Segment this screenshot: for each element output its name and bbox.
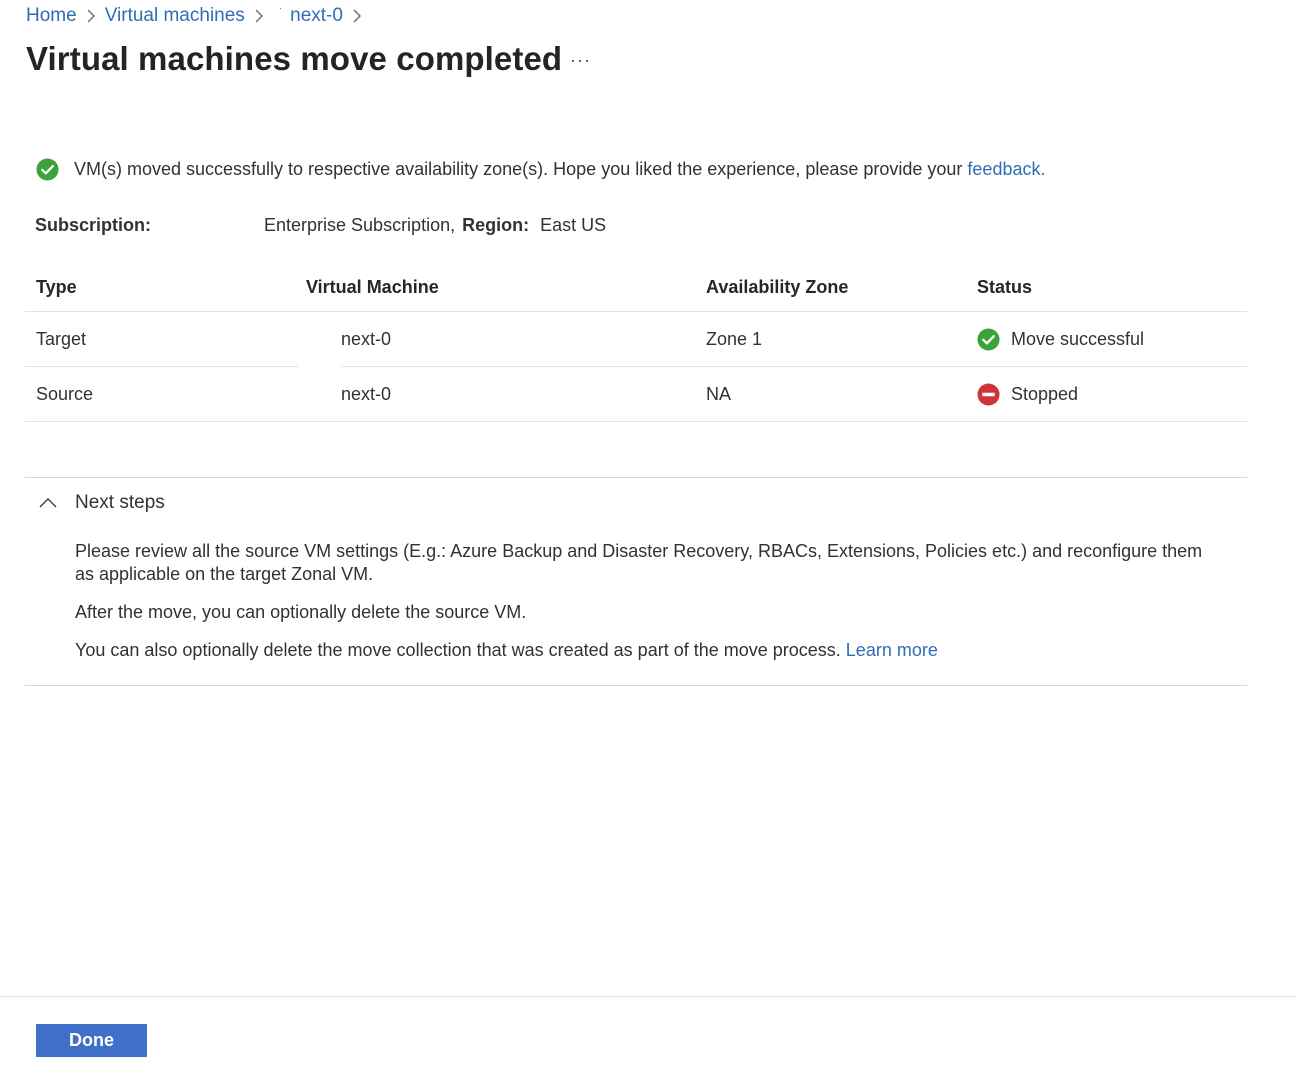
next-step-item: You can also optionally delete the move …: [75, 639, 1205, 662]
chevron-up-icon: [38, 497, 62, 509]
cell-zone: Zone 1: [706, 329, 763, 349]
status-text: Move successful: [1011, 329, 1145, 349]
breadcrumb-home[interactable]: Home: [26, 5, 77, 27]
chevron-right-icon: [77, 4, 105, 28]
vm-link[interactable]: next-0: [341, 312, 391, 367]
next-steps-title: Next steps: [75, 492, 165, 513]
vm-move-table: Type Virtual Machine Availability Zone S…: [25, 262, 1247, 422]
footer-divider: [0, 996, 1296, 997]
banner-message: VM(s) moved successfully to respective a…: [74, 159, 1045, 180]
ellipsis-icon: [571, 59, 589, 63]
subscription-label: Subscription:: [35, 214, 151, 235]
stopped-icon: [977, 383, 1000, 406]
next-steps-content: Please review all the source VM settings…: [75, 540, 1205, 677]
divider: [25, 477, 1247, 478]
page-title: Virtual machines move completed: [26, 40, 563, 77]
breadcrumb-virtual-machines[interactable]: Virtual machines: [105, 5, 245, 27]
subscription-row: Subscription: Enterprise Subscription, R…: [35, 212, 606, 238]
success-check-icon: [977, 328, 1000, 351]
breadcrumb: Home Virtual machines · next-0: [26, 2, 371, 28]
header-status: Status: [977, 276, 1033, 297]
feedback-link[interactable]: feedback.: [967, 159, 1045, 179]
subscription-value: Enterprise Subscription,: [264, 214, 456, 235]
table-row: Source next-0 NA Stopped: [25, 367, 1247, 422]
vm-link[interactable]: next-0: [341, 367, 391, 422]
success-banner: VM(s) moved successfully to respective a…: [36, 156, 1045, 182]
cell-zone: NA: [706, 384, 732, 404]
header-availability-zone: Availability Zone: [706, 276, 849, 297]
next-steps-toggle[interactable]: Next steps: [38, 489, 165, 517]
done-button[interactable]: Done: [36, 1024, 147, 1057]
success-check-icon: [36, 157, 59, 181]
region-label: Region:: [462, 214, 530, 235]
divider: [25, 421, 1247, 422]
learn-more-link[interactable]: Learn more: [846, 640, 938, 660]
table-row: Target next-0 Zone 1 Move successful: [25, 312, 1247, 367]
next-step-item: After the move, you can optionally delet…: [75, 602, 527, 622]
cell-type: Target: [36, 329, 87, 349]
next-step-text: You can also optionally delete the move …: [75, 640, 846, 660]
status-text: Stopped: [1011, 384, 1079, 404]
banner-text: VM(s) moved successfully to respective a…: [74, 158, 968, 179]
header-type: Type: [36, 276, 77, 297]
divider: [25, 685, 1247, 686]
more-options-button[interactable]: [567, 48, 593, 74]
resource-icon: ·: [278, 2, 283, 14]
chevron-right-icon: [343, 4, 371, 28]
header-virtual-machine: Virtual Machine: [306, 276, 439, 297]
cell-status: Stopped: [977, 367, 1078, 422]
cell-type: Source: [36, 384, 94, 404]
next-step-item: Please review all the source VM settings…: [75, 541, 1203, 584]
table-header-row: Type Virtual Machine Availability Zone S…: [25, 262, 1247, 312]
cell-status: Move successful: [977, 312, 1144, 367]
region-value: East US: [540, 214, 607, 235]
breadcrumb-vm[interactable]: next-0: [290, 5, 343, 27]
chevron-right-icon: [245, 4, 273, 28]
